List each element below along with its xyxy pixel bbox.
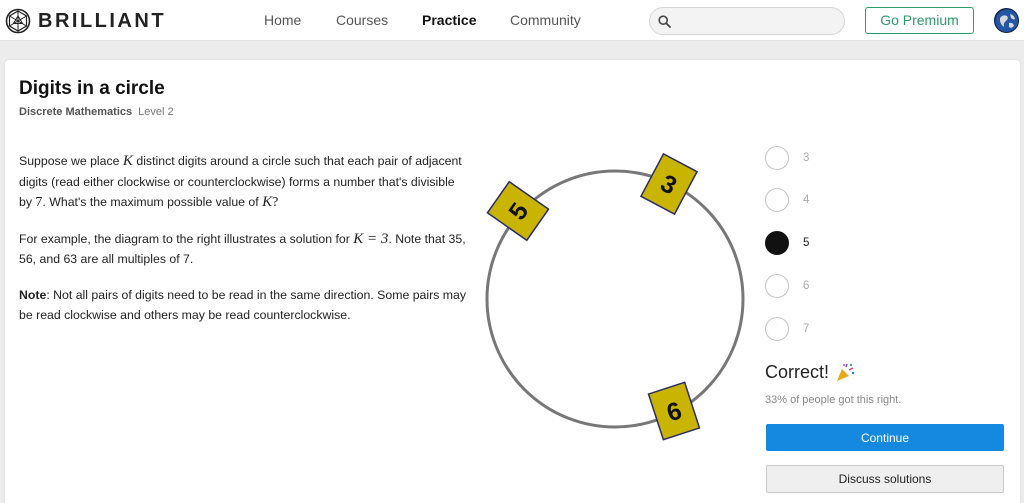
radio-button[interactable] [765,274,789,298]
page-title: Digits in a circle [19,78,165,99]
problem-paragraph-1: Suppose we place K distinct digits aroun… [19,153,462,210]
circle-diagram: 3 5 6 [485,152,745,441]
brilliant-logo-icon [5,8,31,34]
subject-label[interactable]: Discrete Mathematics [19,106,132,118]
search-box[interactable] [649,7,845,35]
go-premium-button[interactable]: Go Premium [865,7,974,34]
digit-tile-3: 3 [639,152,699,216]
answer-option-4[interactable]: 4 [765,188,885,214]
nav-home[interactable]: Home [264,12,301,28]
radio-button-selected[interactable] [765,231,789,255]
search-input[interactable] [678,13,838,29]
answer-label: 6 [803,280,810,292]
brand-logo[interactable]: BRILLIANT [5,8,166,34]
answer-option-3[interactable]: 3 [765,146,885,172]
digit-tile-6: 6 [647,381,701,441]
globe-avatar-icon [995,9,1018,32]
answer-label: 4 [803,194,810,206]
continue-button[interactable]: Continue [766,424,1004,451]
search-icon [658,15,671,28]
math-var: K [122,153,133,169]
radio-button[interactable] [765,317,789,341]
problem-statement: Suppose we place K distinct digits aroun… [19,151,469,341]
level-label: Level 2 [138,106,174,118]
problem-meta: Discrete Mathematics Level 2 [19,106,174,118]
discuss-solutions-button[interactable]: Discuss solutions [766,465,1004,493]
math-var: K [262,194,273,210]
digit-tile-5: 5 [486,180,550,242]
answer-option-6[interactable]: 6 [765,274,885,300]
answer-option-5[interactable]: 5 [765,231,885,257]
note-label: Note [19,287,47,302]
top-navbar: BRILLIANT Home Courses Practice Communit… [0,0,1024,41]
nav-practice[interactable]: Practice [422,12,476,28]
radio-button[interactable] [765,146,789,170]
nav-community[interactable]: Community [510,12,581,28]
problem-note: Note: Not all pairs of digits need to be… [19,287,467,323]
success-stat: 33% of people got this right. [765,394,902,406]
result-message: Correct! [765,362,855,383]
answer-label: 5 [803,237,810,249]
radio-button[interactable] [765,188,789,212]
problem-paragraph-2: For example, the diagram to the right il… [19,230,466,267]
party-popper-icon [837,363,855,381]
nav-courses[interactable]: Courses [336,12,388,28]
answer-label: 3 [803,152,810,164]
answer-label: 7 [803,323,810,335]
math-expression: K = 3 [353,230,389,247]
answer-option-7[interactable]: 7 [765,317,885,343]
brand-name: BRILLIANT [38,9,167,32]
result-text: Correct! [765,362,830,382]
user-avatar[interactable] [994,8,1019,33]
